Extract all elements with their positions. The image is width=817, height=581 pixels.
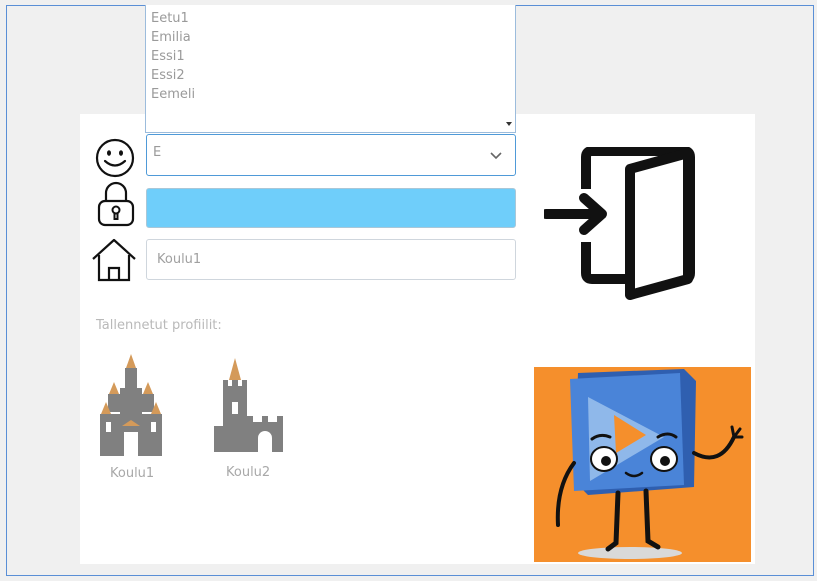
- user-list-item[interactable]: Essi2: [151, 66, 515, 85]
- saved-profile-2[interactable]: Koulu2: [212, 352, 287, 482]
- username-value: E: [153, 145, 162, 160]
- saved-profiles-label: Tallennetut profiilit:: [96, 318, 222, 333]
- user-list-item[interactable]: Emilia: [151, 28, 515, 47]
- scroll-down-arrow-icon[interactable]: [506, 122, 512, 126]
- profile-name: Koulu1: [110, 466, 155, 481]
- school-value: Koulu1: [157, 252, 202, 267]
- lock-icon: [95, 180, 137, 228]
- login-door-icon[interactable]: [544, 147, 704, 302]
- chevron-down-icon[interactable]: [489, 147, 503, 166]
- saved-profile-1[interactable]: Koulu1: [98, 352, 168, 482]
- castle-icon: [98, 352, 168, 458]
- user-list-item[interactable]: Essi1: [151, 47, 515, 66]
- school-field[interactable]: Koulu1: [146, 239, 516, 280]
- username-combobox[interactable]: E: [146, 134, 516, 176]
- profile-name: Koulu2: [226, 465, 271, 480]
- user-list-item[interactable]: Eetu1: [151, 9, 515, 28]
- smiley-icon: [94, 137, 136, 179]
- password-field[interactable]: [146, 188, 516, 228]
- user-list-item[interactable]: Eemeli: [151, 85, 515, 104]
- mascot-image: [534, 367, 751, 562]
- user-dropdown-list[interactable]: Eetu1 Emilia Essi1 Essi2 Eemeli: [145, 5, 516, 133]
- tower-icon: [212, 352, 287, 454]
- house-icon: [90, 236, 138, 284]
